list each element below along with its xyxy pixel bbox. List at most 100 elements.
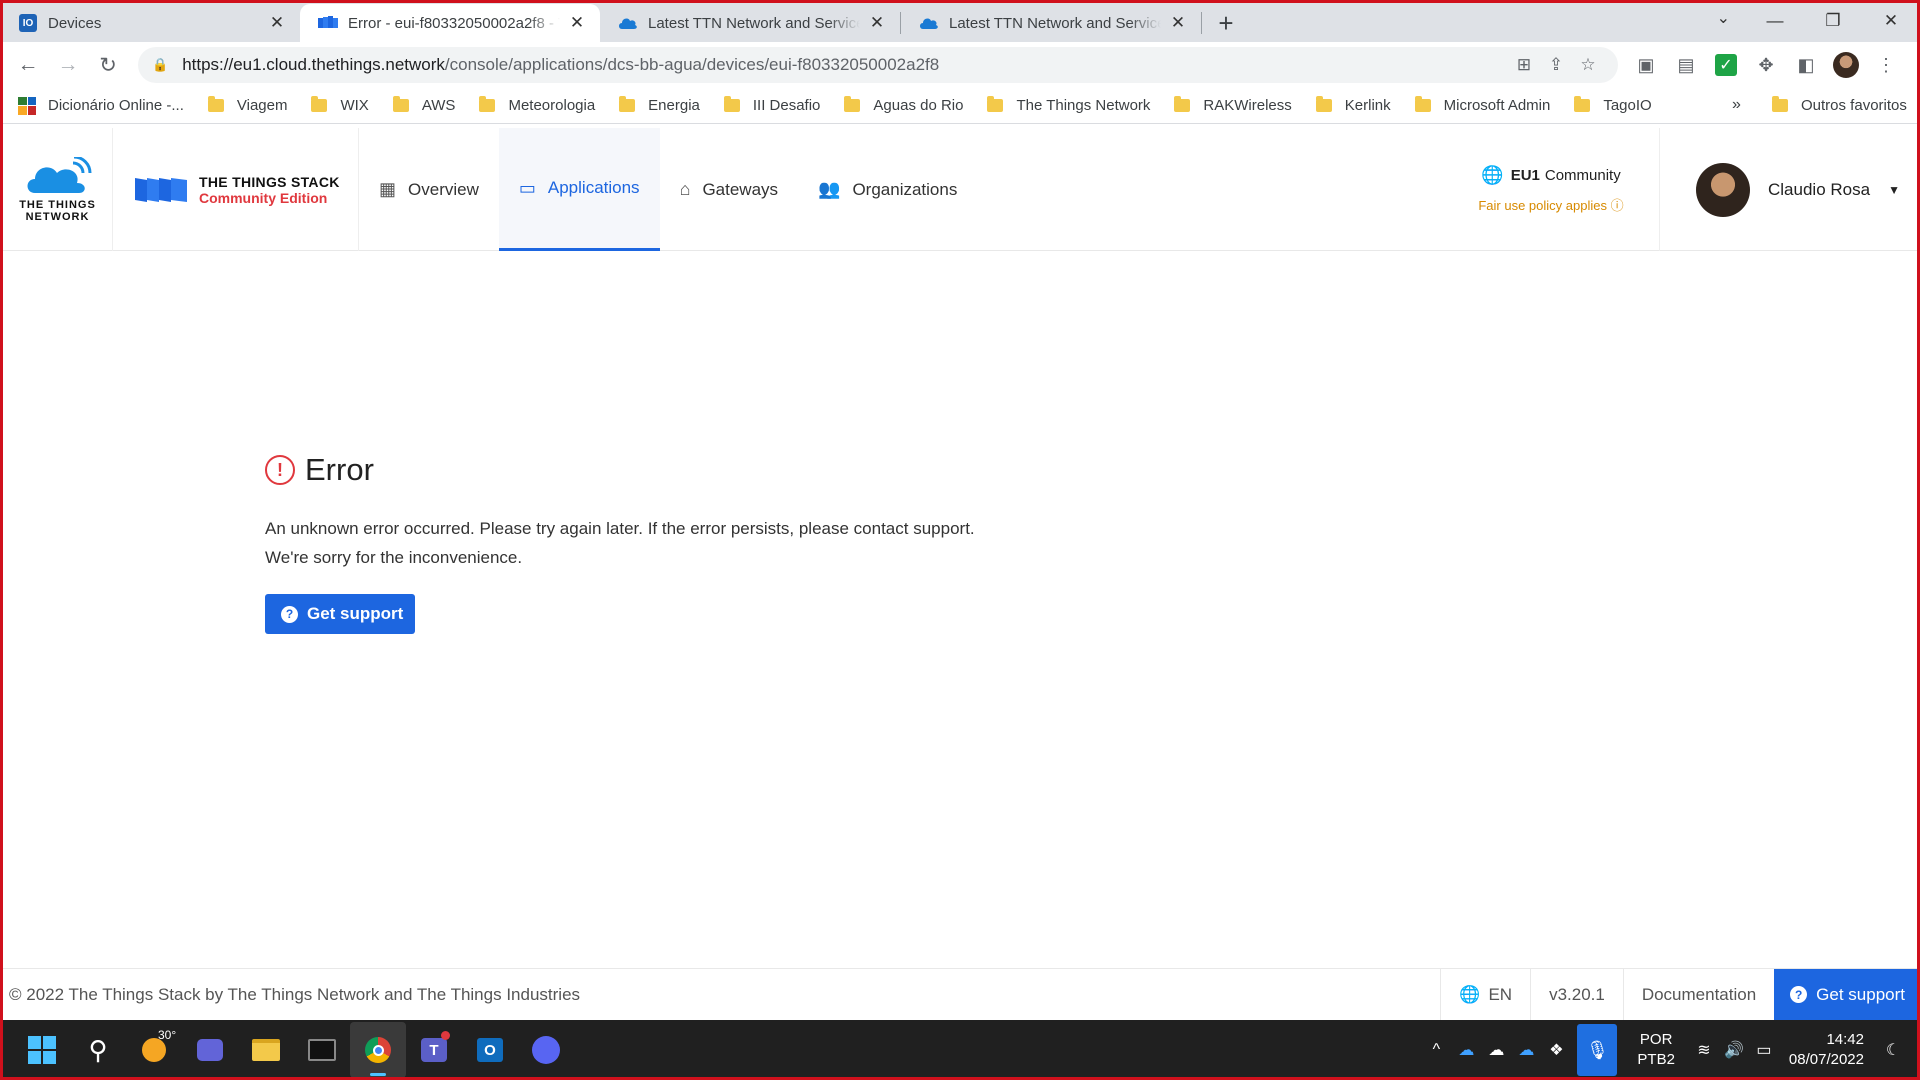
close-tab-icon[interactable]: ✕ bbox=[1167, 12, 1189, 34]
clock[interactable]: 14:42 08/07/2022 bbox=[1789, 1030, 1864, 1070]
onedrive-business-icon[interactable]: ☁ bbox=[1511, 1040, 1541, 1060]
cluster-info[interactable]: 🌐 EU1 Community Fair use policy applies ⓘ bbox=[1443, 128, 1659, 251]
close-tab-icon[interactable]: ✕ bbox=[266, 12, 288, 34]
bookmarks-overflow-icon[interactable]: » bbox=[1732, 96, 1741, 114]
extension-check-icon[interactable]: ✓ bbox=[1706, 45, 1746, 85]
translate-icon[interactable]: ⊞ bbox=[1508, 55, 1540, 75]
bookmark-folder[interactable]: The Things Network bbox=[987, 96, 1150, 114]
tts-logo[interactable]: THE THINGS STACK Community Edition bbox=[115, 128, 359, 251]
close-window-icon[interactable]: ✕ bbox=[1862, 0, 1920, 42]
terminal-icon[interactable] bbox=[294, 1022, 350, 1078]
nav-gateways[interactable]: ⌂ Gateways bbox=[660, 128, 798, 251]
tab-title: Latest TTN Network and Services bbox=[949, 14, 1161, 32]
bookmark-folder[interactable]: III Desafio bbox=[723, 96, 820, 114]
error-panel: ! Error An unknown error occurred. Pleas… bbox=[265, 452, 1265, 634]
bookmark-folder[interactable]: WIX bbox=[311, 96, 369, 114]
ttn-logo-text: THE THINGS NETWORK bbox=[19, 198, 96, 223]
forward-arrow-icon[interactable]: → bbox=[48, 45, 88, 85]
extension-cast-icon[interactable]: ▣ bbox=[1626, 45, 1666, 85]
profile-avatar-icon[interactable] bbox=[1826, 45, 1866, 85]
bookmark-folder[interactable]: Microsoft Admin bbox=[1414, 96, 1550, 114]
file-explorer-icon[interactable] bbox=[238, 1022, 294, 1078]
folder-icon bbox=[207, 96, 224, 112]
battery-icon[interactable]: ▭ bbox=[1749, 1040, 1779, 1060]
bookmark-folder[interactable]: TagoIO bbox=[1574, 96, 1652, 114]
chevron-up-icon[interactable]: ^ bbox=[1421, 1041, 1451, 1059]
moon-icon[interactable]: ☾ bbox=[1878, 1040, 1908, 1060]
bookmark-folder[interactable]: RAKWireless bbox=[1174, 96, 1292, 114]
dropbox-icon[interactable]: ❖ bbox=[1541, 1040, 1571, 1060]
footer-get-support-button[interactable]: ? Get support bbox=[1774, 968, 1917, 1021]
folder-icon bbox=[1315, 96, 1332, 112]
close-tab-icon[interactable]: ✕ bbox=[866, 12, 888, 34]
meet-camera-icon[interactable] bbox=[182, 1022, 238, 1078]
tab-search-chevron-icon[interactable]: ⌄ bbox=[1717, 8, 1730, 28]
microphone-icon[interactable]: 🎙 bbox=[1577, 1024, 1618, 1076]
weather-icon[interactable]: 30° bbox=[126, 1022, 182, 1078]
tab-error[interactable]: Error - eui-f80332050002a2f8 - The Thing… bbox=[300, 4, 600, 42]
search-icon[interactable]: ⚲ bbox=[70, 1022, 126, 1078]
folder-icon bbox=[1574, 96, 1591, 112]
bookmark-star-icon[interactable]: ☆ bbox=[1572, 55, 1604, 75]
nav-overview[interactable]: ▦ Overview bbox=[359, 128, 499, 251]
folder-icon bbox=[479, 96, 496, 112]
windows-start-icon[interactable] bbox=[14, 1022, 70, 1078]
outlook-icon[interactable]: O bbox=[462, 1022, 518, 1078]
tab-ttn-status-2[interactable]: Latest TTN Network and Services ✕ bbox=[901, 4, 1201, 42]
window-controls: — ❐ ✕ bbox=[1746, 0, 1920, 42]
bookmark-folder[interactable]: Energia bbox=[619, 96, 700, 114]
bookmark-folder[interactable]: Viagem bbox=[207, 96, 287, 114]
cluster-name: EU1 bbox=[1510, 167, 1540, 184]
chrome-icon[interactable] bbox=[350, 1022, 406, 1078]
globe-icon: 🌐 bbox=[1459, 984, 1481, 1004]
onedrive-icon[interactable]: ☁ bbox=[1451, 1040, 1481, 1060]
weather-temp: 30° bbox=[158, 1028, 177, 1042]
reload-icon[interactable]: ↻ bbox=[88, 45, 128, 85]
bookmark-other-favorites[interactable]: Outros favoritos bbox=[1772, 96, 1907, 114]
documentation-link[interactable]: Documentation bbox=[1622, 968, 1774, 1021]
minimize-icon[interactable]: — bbox=[1746, 0, 1804, 42]
side-panel-icon[interactable]: ◧ bbox=[1786, 45, 1826, 85]
system-tray: ^ ☁ ☁ ☁ ❖ 🎙 POR PTB2 ≋ 🔊 ▭ 14:42 08/07/202… bbox=[1421, 1020, 1920, 1080]
wifi-icon[interactable]: ≋ bbox=[1689, 1040, 1719, 1060]
address-bar[interactable]: 🔒 https://eu1.cloud.thethings.network/co… bbox=[138, 47, 1618, 83]
help-icon: ? bbox=[281, 605, 298, 623]
restore-icon[interactable]: ❐ bbox=[1804, 0, 1862, 42]
browser-menu-icon[interactable]: ⋮ bbox=[1866, 45, 1906, 85]
tab-devices[interactable]: IO Devices ✕ bbox=[0, 4, 300, 42]
lock-icon[interactable]: 🔒 bbox=[152, 57, 168, 73]
extensions-puzzle-icon[interactable]: ✥ bbox=[1746, 45, 1786, 85]
share-icon[interactable]: ⇪ bbox=[1540, 55, 1572, 75]
bookmark-folder[interactable]: Meteorologia bbox=[479, 96, 595, 114]
discord-icon[interactable] bbox=[518, 1022, 574, 1078]
tts-title: THE THINGS STACK bbox=[199, 173, 340, 190]
bookmark-folder[interactable]: AWS bbox=[392, 96, 455, 114]
bookmark-folder[interactable]: Kerlink bbox=[1315, 96, 1391, 114]
get-support-button[interactable]: ? Get support bbox=[265, 594, 416, 634]
caret-down-icon: ▼ bbox=[1888, 182, 1900, 197]
nav-organizations[interactable]: 👥 Organizations bbox=[798, 128, 977, 251]
user-menu[interactable]: Claudio Rosa ▼ bbox=[1659, 128, 1917, 251]
volume-icon[interactable]: 🔊 bbox=[1719, 1040, 1749, 1060]
tab-ttn-status-1[interactable]: Latest TTN Network and Services ✕ bbox=[600, 4, 900, 42]
bookmark-folder[interactable]: Aguas do Rio bbox=[844, 96, 963, 114]
onedrive-personal-icon[interactable]: ☁ bbox=[1481, 1040, 1511, 1060]
error-message: An unknown error occurred. Please try ag… bbox=[265, 519, 975, 567]
error-alert-icon: ! bbox=[265, 455, 295, 485]
ttn-logo[interactable]: THE THINGS NETWORK bbox=[3, 128, 113, 251]
nav-applications[interactable]: ▭ Applications bbox=[498, 128, 660, 251]
new-tab-plus-icon[interactable]: + bbox=[1208, 4, 1244, 42]
folder-icon bbox=[392, 96, 409, 112]
dictionary-favicon-icon bbox=[18, 96, 36, 115]
ttn-cloud-icon bbox=[27, 156, 91, 193]
back-arrow-icon[interactable]: ← bbox=[8, 45, 48, 85]
app-footer: © 2022 The Things Stack by The Things Ne… bbox=[3, 968, 1917, 1021]
input-language[interactable]: POR PTB2 bbox=[1637, 1030, 1675, 1070]
bookmark-dicionario[interactable]: Dicionário Online -... bbox=[18, 96, 184, 115]
language-selector[interactable]: 🌐 EN bbox=[1440, 968, 1530, 1021]
fair-use-link[interactable]: Fair use policy applies ⓘ bbox=[1478, 195, 1623, 214]
cloud-favicon-icon bbox=[919, 13, 939, 33]
close-tab-icon[interactable]: ✕ bbox=[566, 12, 588, 34]
teams-icon[interactable]: T bbox=[406, 1022, 462, 1078]
extension-wallet-icon[interactable]: ▤ bbox=[1666, 45, 1706, 85]
